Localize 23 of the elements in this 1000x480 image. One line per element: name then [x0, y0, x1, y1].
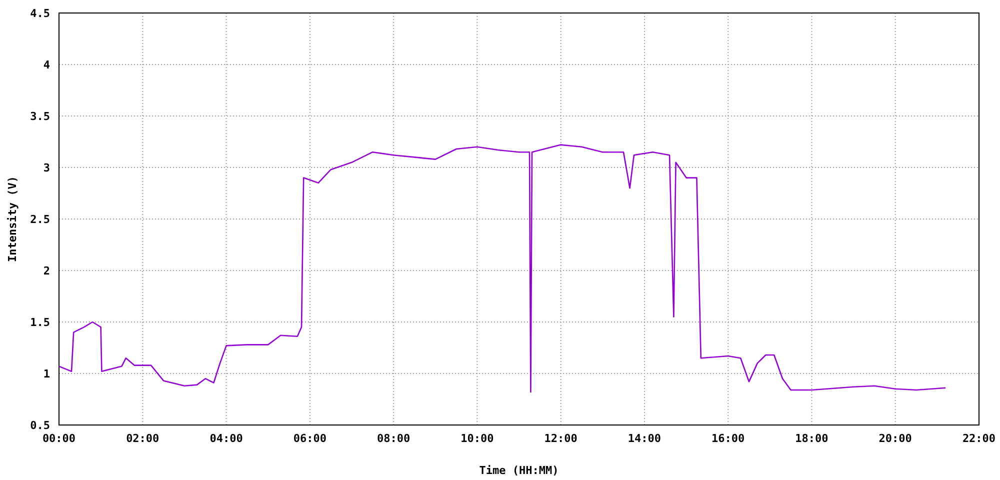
tick-label: 2	[43, 264, 50, 278]
tick-label: 00:00	[42, 432, 76, 445]
axis-title: Intensity (V)	[6, 176, 19, 262]
tick-label: 1.5	[30, 316, 50, 329]
tick-label: 1	[43, 368, 50, 380]
tick-label: 12:00	[544, 432, 578, 445]
tick-label: 22:00	[962, 432, 996, 445]
tick-label: 10:00	[460, 432, 494, 445]
tick-label: 14:00	[628, 432, 662, 445]
tick-label: 3.5	[30, 110, 50, 123]
tick-label: 4	[43, 58, 50, 72]
tick-label: 06:00	[293, 432, 326, 445]
tick-label: 02:00	[126, 432, 160, 445]
tick-label: 2.5	[30, 213, 50, 226]
axis-title: Time (HH:MM)	[479, 464, 559, 477]
tick-label: 3	[43, 162, 50, 174]
tick-label: 4.5	[30, 7, 50, 20]
tick-label: 0.5	[30, 419, 50, 432]
tick-label: 08:00	[376, 432, 410, 445]
tick-label: 20:00	[878, 432, 912, 445]
tick-label: 18:00	[795, 432, 828, 445]
tick-label: 04:00	[210, 432, 243, 445]
tick-label: 16:00	[712, 432, 745, 445]
